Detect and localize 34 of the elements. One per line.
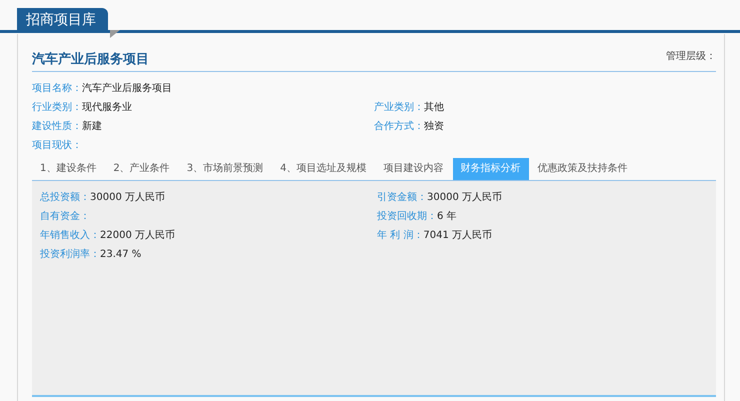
field-value: 汽车产业后服务项目 [82, 82, 172, 94]
field-value: 其他 [424, 102, 444, 112]
field-label: 自有资金： [40, 210, 90, 222]
tab[interactable]: 项目建设内容 [376, 158, 452, 180]
project-title: 汽车产业后服务项目 [32, 50, 149, 68]
tab[interactable]: 3、市场前景预测 [178, 158, 272, 180]
fold-corner-icon [110, 30, 120, 38]
field-label: 年 利 润： [377, 230, 424, 240]
field-value: 30000 万人民币 [90, 192, 165, 202]
field-label: 合作方式： [374, 120, 424, 132]
field-label: 投资回收期： [377, 210, 437, 222]
field-value: 6 年 [437, 210, 457, 222]
field-label: 行业类别： [32, 102, 82, 112]
field-value: 现代服务业 [82, 102, 132, 112]
field-label: 投资利润率： [40, 248, 100, 260]
tab[interactable]: 优惠政策及扶持条件 [530, 158, 636, 180]
tab[interactable]: 2、产业条件 [105, 158, 178, 180]
field-label: 总投资额： [40, 192, 90, 202]
field-value: 7041 万人民币 [423, 230, 492, 240]
tab[interactable]: 4、项目选址及规模 [272, 158, 374, 180]
field-label: 项目现状： [32, 140, 82, 150]
tab[interactable]: 1、建设条件 [32, 158, 104, 180]
management-level-label: 管理层级： [666, 50, 716, 62]
field-label: 项目名称： [32, 82, 82, 94]
field-value: 23.47 % [100, 248, 142, 260]
header-title: 招商项目库 [26, 12, 96, 28]
field-label: 建设性质： [32, 120, 82, 132]
field-value: 新建 [82, 120, 102, 132]
field-value: 22000 万人民币 [100, 230, 175, 240]
field-value: 独资 [424, 120, 444, 132]
field-label: 产业类别： [374, 102, 424, 112]
field-value: 30000 万人民币 [427, 192, 502, 202]
field-label: 引资金额： [377, 192, 427, 202]
field-label: 年销售收入： [40, 230, 100, 240]
